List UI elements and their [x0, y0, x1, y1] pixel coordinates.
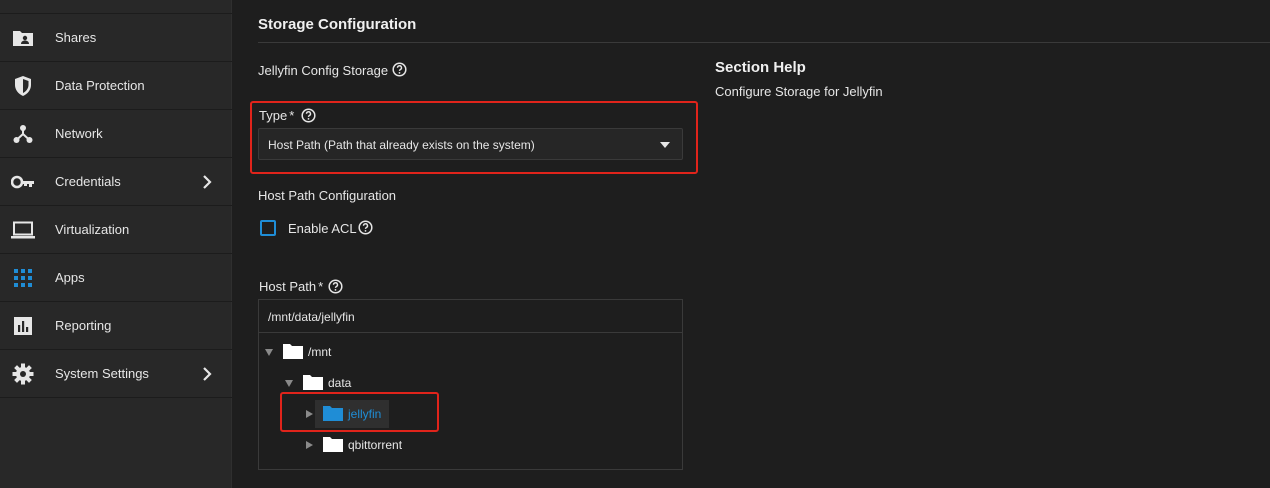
bar-chart-icon [11, 315, 35, 337]
sidebar-item-network[interactable]: Network [0, 110, 232, 158]
sidebar-item-label: Data Protection [55, 78, 145, 93]
chevron-right-icon [199, 366, 215, 382]
tree-node-jellyfin[interactable]: jellyfin [259, 402, 682, 426]
shield-icon [11, 75, 35, 97]
expand-arrow-icon[interactable] [306, 441, 313, 449]
sidebar-item-virtualization[interactable]: Virtualization [0, 206, 232, 254]
sidebar-item-credentials[interactable]: Credentials [0, 158, 232, 206]
sidebar-item-shares[interactable]: Shares [0, 14, 232, 62]
host-path-config-label: Host Path Configuration [258, 188, 397, 203]
sidebar-item-label: Credentials [55, 174, 121, 189]
tree-node-label: /mnt [308, 345, 332, 359]
tree-node-label: data [328, 376, 352, 390]
host-path-input[interactable]: /mnt/data/jellyfin [259, 300, 682, 333]
tree-node-data[interactable]: data [259, 371, 682, 395]
config-storage-label: Jellyfin Config Storage [258, 63, 389, 78]
type-label: Type * [259, 108, 294, 123]
folder-icon [322, 436, 344, 453]
sidebar: Shares Data Protection Network Credentia… [0, 0, 232, 488]
host-path-label-text: Host Path [259, 279, 317, 294]
tree-node-label: qbittorrent [348, 438, 403, 452]
host-path-label: Host Path * [259, 279, 323, 294]
main-content: Storage Configuration Jellyfin Config St… [232, 0, 1270, 488]
folder-icon [282, 343, 304, 360]
sidebar-item-data-protection[interactable]: Data Protection [0, 62, 232, 110]
sidebar-item-label: Network [55, 126, 103, 141]
sidebar-item-label: Reporting [55, 318, 112, 333]
section-title: Storage Configuration [258, 16, 417, 33]
enable-acl-checkbox[interactable] [260, 220, 276, 236]
host-path-input-value: /mnt/data/jellyfin [268, 310, 355, 324]
section-help-text: Configure Storage for Jellyfin [715, 84, 883, 99]
tree-node-qbittorrent[interactable]: qbittorrent [259, 433, 682, 457]
sidebar-item-apps[interactable]: Apps [0, 254, 232, 302]
section-divider [258, 42, 1270, 43]
type-select-value: Host Path (Path that already exists on t… [268, 138, 535, 152]
dropdown-arrow-icon [660, 142, 670, 148]
sidebar-item-label: Shares [55, 30, 97, 45]
required-marker: * [289, 108, 295, 123]
folder-person-icon [11, 27, 35, 49]
host-path-explorer: /mnt/data/jellyfin /mnt data jellyfin qb… [258, 299, 683, 470]
type-label-text: Type [259, 108, 288, 123]
sidebar-item-reporting[interactable]: Reporting [0, 302, 232, 350]
folder-icon [302, 374, 324, 391]
gear-icon [11, 363, 35, 385]
expand-arrow-icon[interactable] [265, 349, 273, 356]
tree-node-label: jellyfin [348, 407, 382, 421]
help-icon[interactable] [328, 279, 343, 294]
help-icon[interactable] [301, 108, 316, 123]
required-marker: * [318, 279, 324, 294]
sidebar-item-label: Virtualization [55, 222, 130, 237]
tree-node-mnt[interactable]: /mnt [259, 340, 682, 364]
help-icon[interactable] [358, 220, 373, 235]
expand-arrow-icon[interactable] [285, 380, 293, 387]
network-icon [11, 123, 35, 145]
type-select[interactable]: Host Path (Path that already exists on t… [258, 128, 683, 160]
expand-arrow-icon[interactable] [306, 410, 313, 418]
chevron-right-icon [199, 174, 215, 190]
key-icon [11, 171, 35, 193]
sidebar-item-label: Apps [55, 270, 85, 285]
folder-icon [322, 405, 344, 422]
apps-grid-icon [11, 267, 35, 289]
laptop-icon [11, 219, 35, 241]
section-help-title: Section Help [715, 59, 806, 76]
sidebar-item-label: System Settings [55, 366, 149, 381]
sidebar-item-system-settings[interactable]: System Settings [0, 350, 232, 398]
enable-acl-label: Enable ACL [288, 221, 357, 236]
help-icon[interactable] [392, 62, 407, 77]
